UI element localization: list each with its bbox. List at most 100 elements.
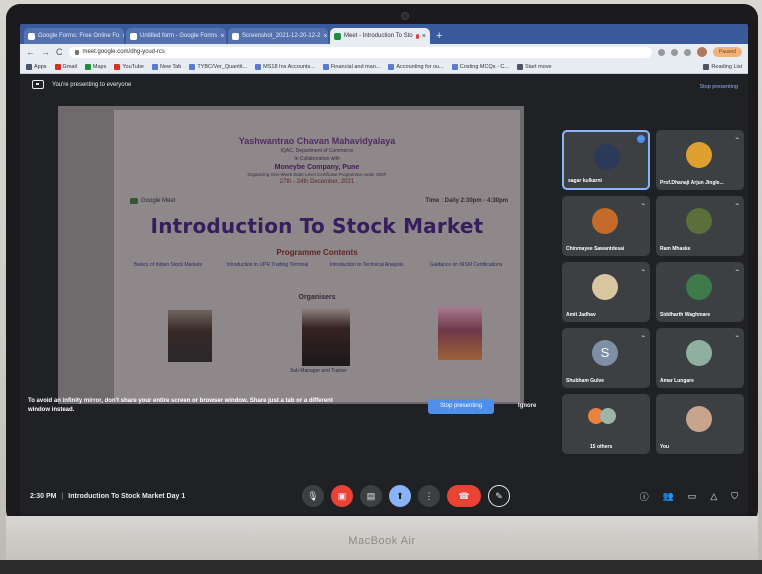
others-avatars (588, 408, 618, 424)
doc-icon (255, 63, 262, 70)
participant-tile[interactable]: ⌁ Siddharth Waghmare (656, 262, 744, 322)
avatar (686, 142, 712, 168)
avatar: S (592, 340, 618, 366)
others-tile[interactable]: 15 others (562, 394, 650, 454)
people-icon[interactable]: 👥 (663, 491, 674, 502)
organiser-photo (438, 306, 482, 360)
bookmark-accounting[interactable]: Accounting for ou... (388, 63, 444, 70)
puzzle-icon[interactable] (684, 48, 692, 56)
bookmark-youtube[interactable]: YouTube (114, 63, 144, 70)
participant-tile[interactable]: ⋯ sagar kulkarni (562, 130, 650, 190)
meet-icon (334, 32, 341, 40)
avatar (592, 208, 618, 234)
bookmark-financial[interactable]: Financial and man... (322, 63, 380, 70)
forward-icon[interactable]: → (41, 47, 50, 57)
participant-tile[interactable]: ⌁ Amit Jadhav (562, 262, 650, 322)
bookmark-star-icon[interactable] (671, 48, 679, 56)
tab-meet[interactable]: Meet - Introduction To Sto × (330, 28, 430, 44)
pen-icon[interactable]: ✎ (488, 485, 510, 507)
participant-tile[interactable]: ⌁ Chinmayee Sawantdesai (562, 196, 650, 256)
more-options-icon[interactable]: ⋮ (418, 485, 440, 507)
stop-presenting-link[interactable]: Stop presenting (699, 84, 738, 90)
poster-organisation: Moneybe Company, Pune (274, 164, 360, 171)
url-input[interactable]: meet.google.com/dhg-ycud-rcs (68, 46, 653, 58)
bookmark-label: Apps (34, 63, 47, 70)
forms-icon (130, 32, 137, 40)
bookmark-label: YouTube (122, 63, 144, 70)
mic-off-icon: ⌁ (735, 334, 739, 340)
reading-list-icon (703, 63, 710, 70)
url-text: meet.google.com/dhg-ycud-rcs (82, 49, 165, 55)
bookmark-label: New Tab (160, 63, 182, 70)
present-icon[interactable]: ⬆ (389, 485, 411, 507)
host-controls-icon[interactable]: ⛉ (731, 491, 738, 502)
call-controls: 🎙 ▣ ▤ ⬆ ⋮ ☎ ✎ (302, 485, 510, 507)
meeting-info: 2:30 PM | Introduction To Stock Market Day… (30, 493, 185, 500)
reload-icon[interactable]: C (56, 47, 63, 57)
organiser-photo (168, 310, 212, 362)
paused-badge[interactable]: Paused (713, 47, 742, 57)
poster-time: Time : Daily 2:30pm - 4:30pm (425, 198, 508, 204)
participant-name: Amit Jadhav (566, 312, 596, 318)
event-poster: Yashwantrao Chavan Mahavidyalaya IQAC, D… (114, 110, 520, 402)
bookmark-costing[interactable]: Costing MCQs - C... (451, 63, 509, 70)
tab-label: Untitled form - Google Forms (140, 33, 218, 39)
profile-avatar[interactable] (697, 47, 708, 57)
participant-tile[interactable]: ⌁ Ram Mhaske (656, 196, 744, 256)
bookmark-ms18[interactable]: MS18 Ins Accounts... (255, 63, 315, 70)
bookmark-start-move[interactable]: Start move (516, 63, 552, 70)
bookmark-gmail[interactable]: Gmail (54, 63, 77, 70)
tab-screenshot[interactable]: Screenshot_2021-12-20-12-2 × (228, 28, 328, 44)
globe-icon (189, 63, 196, 70)
poster-title: Introduction To Stock Market (150, 214, 484, 238)
info-icon[interactable]: ⓘ (640, 490, 649, 503)
poster-meet-text: Google Meet (141, 198, 176, 204)
mic-off-icon: ⌁ (735, 136, 739, 142)
new-tab-icon[interactable]: + (432, 30, 446, 44)
mic-icon[interactable]: 🎙 (302, 485, 324, 507)
avatar (594, 144, 620, 170)
organiser-photo (302, 308, 350, 366)
webcam (401, 12, 409, 20)
bookmark-apps[interactable]: Apps (26, 63, 47, 70)
bookmark-label: Gmail (62, 63, 77, 70)
camera-off-icon[interactable]: ▣ (331, 485, 353, 507)
separator: | (61, 492, 64, 500)
poster-collab: In Collaboration with (294, 156, 340, 162)
extension-icon[interactable] (658, 48, 666, 56)
participant-name: Chinmayee Sawantdesai (566, 246, 625, 252)
participant-tile[interactable]: ⌁ Prof.Dhanaji Arjun Jingle... (656, 130, 744, 190)
bookmark-tybc[interactable]: TYBC/Ver_Quantit... (189, 63, 247, 70)
back-icon[interactable]: ← (26, 47, 35, 57)
bookmark-maps[interactable]: Maps (84, 63, 107, 70)
participant-tile[interactable]: S ⌁ Shubham Gulve (562, 328, 650, 388)
meeting-controls-bar: 2:30 PM | Introduction To Stock Market Day… (20, 478, 748, 514)
close-icon[interactable]: × (422, 33, 426, 40)
participant-name: Ram Mhaske (660, 246, 691, 252)
close-icon[interactable]: × (323, 33, 327, 40)
ignore-button[interactable]: Ignore (518, 403, 536, 409)
tab-google-forms[interactable]: Google Forms: Free Online Fo × (24, 28, 124, 44)
tab-label: Google Forms: Free Online Fo (38, 33, 120, 39)
mic-off-icon: ⌁ (735, 268, 739, 274)
laptop-brand: MacBook Air (348, 535, 416, 547)
participant-name: Amar Lungare (660, 378, 694, 384)
reading-list[interactable]: Reading List (703, 63, 742, 70)
tab-bar: Google Forms: Free Online Fo × Untitled … (20, 24, 748, 44)
poster-content-item: Basics of Indian Stock Markets (133, 262, 203, 268)
tab-untitled-form[interactable]: Untitled form - Google Forms × (126, 28, 226, 44)
more-options-icon[interactable]: ⋯ (637, 135, 645, 143)
self-tile[interactable]: You (656, 394, 744, 454)
close-icon[interactable]: × (122, 33, 124, 40)
activities-icon[interactable]: △ (710, 491, 717, 502)
bookmark-new-tab[interactable]: New Tab (152, 63, 182, 70)
bookmark-label: Maps (92, 63, 107, 70)
stop-presenting-button[interactable]: Stop presenting (428, 398, 495, 414)
close-icon[interactable]: × (220, 33, 224, 40)
captions-icon[interactable]: ▤ (360, 485, 382, 507)
chat-icon[interactable]: ▭ (688, 491, 697, 502)
participant-tile[interactable]: ⌁ Amar Lungare (656, 328, 744, 388)
bookmark-label: Accounting for ou... (396, 63, 444, 70)
end-call-icon[interactable]: ☎ (447, 485, 481, 507)
meet-stage: You're presenting to everyone Stop prese… (20, 74, 748, 514)
